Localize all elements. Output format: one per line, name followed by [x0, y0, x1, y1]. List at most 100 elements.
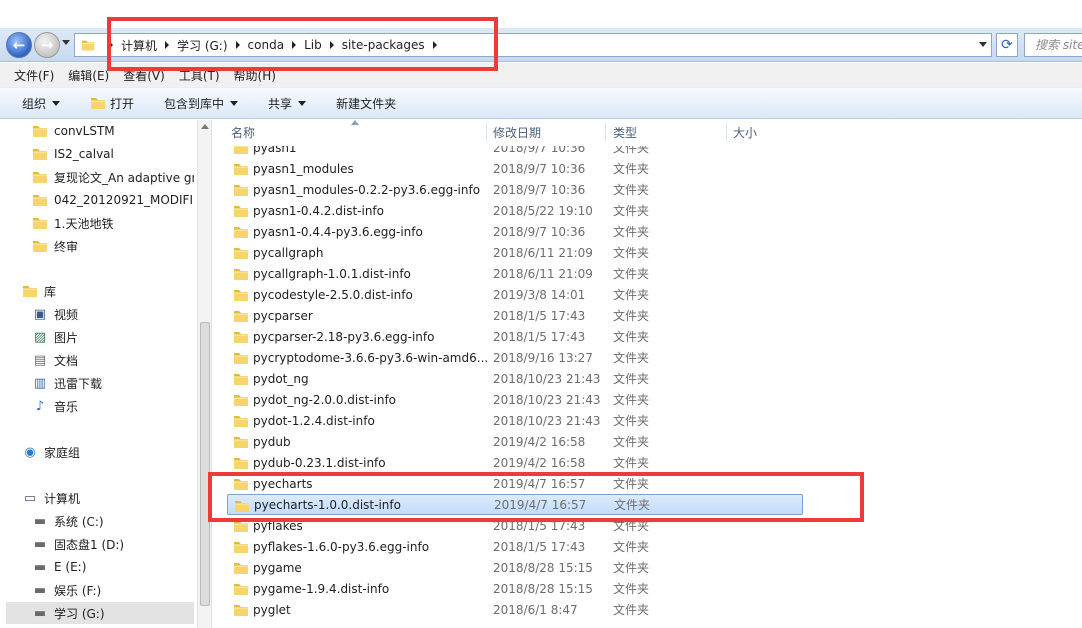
file-row[interactable]: pyflakes-1.6.0-py3.6.egg-info 2018/1/5 17… — [227, 536, 803, 557]
folder-icon — [233, 476, 249, 492]
file-row[interactable]: pycodestyle-2.5.0.dist-info 2019/3/8 14:0… — [227, 284, 803, 305]
open-label: 打开 — [110, 96, 135, 111]
open-folder-icon — [90, 95, 106, 111]
nav-drive-item[interactable]: ▬ 系统 (C:) — [32, 510, 194, 532]
refresh-button[interactable]: ⟳ — [996, 33, 1018, 57]
file-row[interactable]: pycparser-2.18-py3.6.egg-info 2018/1/5 17… — [227, 326, 803, 347]
organize-button[interactable]: 组织 — [22, 95, 61, 112]
breadcrumb-item[interactable]: conda — [248, 38, 285, 52]
breadcrumb-item[interactable]: site-packages — [342, 38, 425, 52]
folder-icon — [233, 245, 249, 261]
column-divider[interactable] — [726, 122, 727, 142]
file-name: pyecharts-1.0.0.dist-info — [254, 497, 401, 512]
nav-library-item[interactable]: ▣ 视频 — [32, 303, 194, 325]
file-row[interactable]: pyasn1-0.4.4-py3.6.egg-info 2018/9/7 10:3… — [227, 221, 803, 242]
breadcrumb-separator-icon[interactable] — [329, 41, 334, 49]
file-row[interactable]: pydot-1.2.4.dist-info 2018/10/23 21:43 文件夹 — [227, 410, 803, 431]
folder-icon — [233, 161, 249, 177]
nav-folder-item[interactable]: convLSTM — [32, 120, 194, 142]
file-row[interactable]: pycryptodome-3.6.6-py3.6-win-amd6... 2018… — [227, 347, 803, 368]
address-dropdown-icon[interactable] — [979, 42, 987, 47]
nav-item-label: 复现论文_An adaptive gr — [54, 170, 194, 185]
column-modified[interactable]: 修改日期 — [493, 124, 541, 141]
nav-folder-item[interactable]: 终审 — [32, 235, 194, 257]
menu-item[interactable]: 工具(T) — [179, 67, 220, 84]
column-divider[interactable] — [486, 122, 487, 142]
nav-drive-item[interactable]: ▬ 娱乐 (F:) — [32, 579, 194, 601]
nav-library-item[interactable]: ▥ 迅雷下载 — [32, 372, 194, 394]
breadcrumb-separator-icon[interactable] — [109, 41, 113, 49]
share-label: 共享 — [268, 96, 293, 111]
nav-folder-item[interactable]: 复现论文_An adaptive gr — [32, 166, 194, 188]
file-row[interactable]: pyflakes 2018/1/5 17:43 文件夹 — [227, 515, 803, 536]
file-row[interactable]: pyasn1_modules 2018/9/7 10:36 文件夹 — [227, 158, 803, 179]
nav-homegroup[interactable]: ◉ 家庭组 — [22, 441, 184, 463]
menu-item[interactable]: 帮助(H) — [234, 67, 276, 84]
breadcrumb-separator-icon[interactable] — [165, 41, 170, 49]
file-row[interactable]: pydub-0.23.1.dist-info 2019/4/2 16:58 文件夹 — [227, 452, 803, 473]
file-type: 文件夹 — [613, 288, 650, 302]
file-row[interactable]: pyecharts 2019/4/7 16:57 文件夹 — [227, 473, 803, 494]
nav-scrollbar[interactable] — [197, 120, 211, 628]
nav-drive-item[interactable]: ▬ 固态盘1 (D:) — [32, 533, 194, 555]
file-row[interactable]: pygame-1.9.4.dist-info 2018/8/28 15:15 文件夹 — [227, 578, 803, 599]
new-folder-button[interactable]: 新建文件夹 — [336, 95, 396, 112]
file-row[interactable]: pycallgraph 2018/6/11 21:09 文件夹 — [227, 242, 803, 263]
file-date: 2018/9/16 13:27 — [493, 350, 593, 365]
nav-drive-item[interactable]: ▬ E (E:) — [32, 556, 194, 578]
folder-icon — [32, 215, 48, 231]
nav-library-item[interactable]: ▨ 图片 — [32, 326, 194, 348]
nav-folder-item[interactable]: 1.天池地铁 — [32, 212, 194, 234]
column-type[interactable]: 类型 — [613, 124, 637, 141]
file-row[interactable]: pyasn1-0.4.2.dist-info 2018/5/22 19:10 文件夹 — [227, 200, 803, 221]
open-button[interactable]: 打开 — [90, 95, 134, 112]
nav-computer[interactable]: ▭ 计算机 — [22, 487, 184, 509]
computer-icon: ▭ — [23, 490, 37, 506]
file-date: 2019/4/2 16:58 — [493, 434, 586, 449]
back-button[interactable]: ← — [6, 32, 32, 58]
menu-item[interactable]: 编辑(E) — [68, 67, 109, 84]
menu-item[interactable]: 文件(F) — [14, 67, 54, 84]
share-button[interactable]: 共享 — [268, 95, 307, 112]
dropdown-arrow-icon — [230, 100, 239, 106]
column-divider[interactable] — [605, 122, 606, 142]
nav-scrollbar-thumb[interactable] — [200, 322, 210, 606]
file-row[interactable]: pydub 2019/4/2 16:58 文件夹 — [227, 431, 803, 452]
column-size[interactable]: 大小 — [733, 124, 757, 141]
breadcrumb-item[interactable]: Lib — [304, 38, 322, 52]
folder-icon — [233, 413, 249, 429]
recent-pages-dropdown-icon[interactable] — [62, 40, 70, 45]
file-row[interactable]: pydot_ng 2018/10/23 21:43 文件夹 — [227, 368, 803, 389]
nav-folder-item[interactable]: 042_20120921_MODIFIE — [32, 189, 194, 211]
file-row[interactable]: pyasn1_modules-0.2.2-py3.6.egg-info 2018/… — [227, 179, 803, 200]
breadcrumb-item[interactable]: 计算机 — [121, 37, 157, 54]
menu-item[interactable]: 查看(V) — [123, 67, 165, 84]
breadcrumb-separator-icon[interactable] — [432, 41, 437, 49]
include-in-library-button[interactable]: 包含到库中 — [164, 95, 239, 112]
file-row[interactable]: pyglet 2018/6/1 8:47 文件夹 — [227, 599, 803, 620]
file-row[interactable]: pycparser 2018/1/5 17:43 文件夹 — [227, 305, 803, 326]
breadcrumb-item[interactable]: 学习 (G:) — [177, 37, 228, 54]
file-row[interactable]: pydot_ng-2.0.0.dist-info 2018/10/23 21:43… — [227, 389, 803, 410]
nav-item-label: 迅雷下载 — [54, 376, 103, 391]
file-type: 文件夹 — [613, 183, 650, 197]
file-row[interactable]: pygame 2018/8/28 15:15 文件夹 — [227, 557, 803, 578]
file-type: 文件夹 — [613, 477, 650, 491]
file-row[interactable]: pycallgraph-1.0.1.dist-info 2018/6/11 21:… — [227, 263, 803, 284]
column-name[interactable]: 名称 — [231, 124, 255, 141]
address-box[interactable]: 计算机 学习 (G:) conda Lib site-packages — [74, 33, 992, 57]
nav-drive-item[interactable]: ▬ 学习 (G:) — [6, 602, 194, 624]
search-input[interactable]: 搜索 site — [1024, 33, 1082, 57]
file-type: 文件夹 — [613, 246, 650, 260]
file-row[interactable]: pyecharts-1.0.0.dist-info 2019/4/7 16:57 文… — [227, 494, 803, 515]
breadcrumb-separator-icon[interactable] — [235, 41, 240, 49]
nav-library-item[interactable]: ♪ 音乐 — [32, 395, 194, 417]
scroll-up-icon[interactable] — [201, 124, 209, 129]
nav-folder-item[interactable]: IS2_calval — [32, 143, 194, 165]
nav-library-item[interactable]: ▤ 文档 — [32, 349, 194, 371]
nav-library[interactable]: 库 — [22, 280, 184, 302]
forward-button[interactable]: → — [34, 32, 60, 58]
file-type: 文件夹 — [613, 414, 650, 428]
breadcrumb-separator-icon[interactable] — [292, 41, 297, 49]
file-type: 文件夹 — [613, 225, 650, 239]
